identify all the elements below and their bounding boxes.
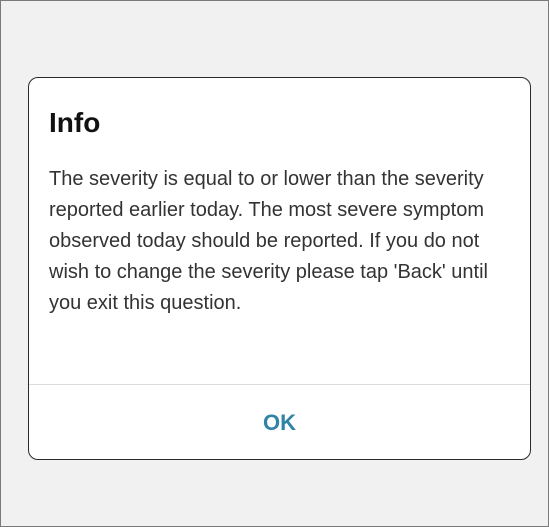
dialog-message: The severity is equal to or lower than t… bbox=[49, 168, 488, 314]
screen-backdrop: Info The severity is equal to or lower t… bbox=[0, 0, 549, 527]
info-dialog: Info The severity is equal to or lower t… bbox=[28, 77, 531, 460]
ok-button[interactable]: OK bbox=[29, 385, 530, 459]
dialog-title: Info bbox=[49, 107, 101, 138]
